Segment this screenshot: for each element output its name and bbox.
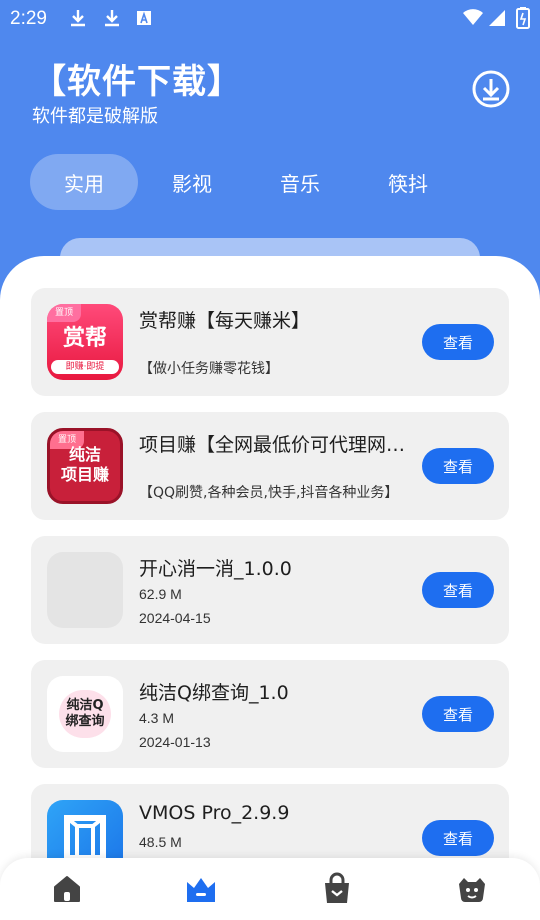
- item-description: 【做小任务赚零花钱】: [139, 361, 279, 377]
- item-date: 2024-01-13: [139, 734, 211, 750]
- view-button[interactable]: 查看: [422, 572, 494, 608]
- download-circle-icon[interactable]: [470, 68, 512, 110]
- item-size: 4.3 M: [139, 710, 175, 726]
- profile-icon[interactable]: [455, 872, 489, 906]
- view-button[interactable]: 查看: [422, 448, 494, 484]
- app-icon: 纯洁Q 绑查询: [47, 676, 123, 752]
- item-size: 62.9 M: [139, 586, 182, 602]
- crown-icon[interactable]: [184, 872, 218, 906]
- download-icon: [105, 10, 119, 27]
- item-title: VMOS Pro_2.9.9: [139, 802, 290, 824]
- app-icon-text: 纯洁 项目赚: [60, 445, 109, 484]
- list-item[interactable]: 开心消一消_1.0.0 62.9 M 2024-04-15 查看: [31, 536, 509, 644]
- item-description: 【QQ刷赞,各种会员,快手,抖音各种业务】: [139, 485, 399, 501]
- item-date: 2024-04-15: [139, 610, 211, 626]
- view-button[interactable]: 查看: [422, 820, 494, 856]
- text-a-icon: [137, 11, 151, 25]
- list-item[interactable]: 置顶 赏帮 即赚·即提 赏帮赚【每天赚米】 【做小任务赚零花钱】 查看: [31, 288, 509, 396]
- list-item[interactable]: 置顶 纯洁 项目赚 项目赚【全网最低价可代理网站】 【QQ刷赞,各种会员,快手,…: [31, 412, 509, 520]
- view-button[interactable]: 查看: [422, 324, 494, 360]
- app-icon-placeholder: [47, 552, 123, 628]
- app-icon-text: 赏帮: [62, 326, 107, 351]
- app-icon: 置顶 赏帮 即赚·即提: [47, 304, 123, 380]
- bottom-nav: [0, 858, 540, 920]
- item-title: 项目赚【全网最低价可代理网站】: [139, 434, 411, 456]
- view-button[interactable]: 查看: [422, 696, 494, 732]
- tab-video[interactable]: 影视: [138, 154, 246, 210]
- item-title: 赏帮赚【每天赚米】: [139, 310, 311, 332]
- page-title: 【软件下载】: [32, 62, 242, 102]
- download-icon: [71, 10, 85, 27]
- shopping-bag-icon[interactable]: [320, 872, 354, 906]
- page-subtitle: 软件都是破解版: [32, 106, 158, 127]
- status-time: 2:29: [10, 8, 47, 29]
- status-bar: 2:29: [0, 0, 540, 38]
- app-icon: 置顶 纯洁 项目赚: [47, 428, 123, 504]
- home-icon[interactable]: [50, 872, 84, 906]
- content-panel: 置顶 赏帮 即赚·即提 赏帮赚【每天赚米】 【做小任务赚零花钱】 查看 置顶 纯…: [0, 256, 540, 920]
- wifi-icon: [463, 9, 483, 25]
- app-icon-subtext: 即赚·即提: [51, 360, 119, 374]
- tab-kuaidou[interactable]: 筷抖: [354, 154, 462, 210]
- battery-icon: [516, 7, 530, 29]
- app-icon-label: 纯洁Q 绑查询: [65, 698, 105, 729]
- tab-practical[interactable]: 实用: [30, 154, 138, 210]
- signal-icon: [489, 10, 505, 26]
- item-size: 48.5 M: [139, 834, 182, 850]
- list-item[interactable]: 纯洁Q 绑查询 纯洁Q绑查询_1.0 4.3 M 2024-01-13 查看: [31, 660, 509, 768]
- tab-music[interactable]: 音乐: [246, 154, 354, 210]
- item-title: 纯洁Q绑查询_1.0: [139, 682, 289, 704]
- item-title: 开心消一消_1.0.0: [139, 558, 292, 580]
- category-tabs: 实用 影视 音乐 筷抖: [30, 154, 510, 210]
